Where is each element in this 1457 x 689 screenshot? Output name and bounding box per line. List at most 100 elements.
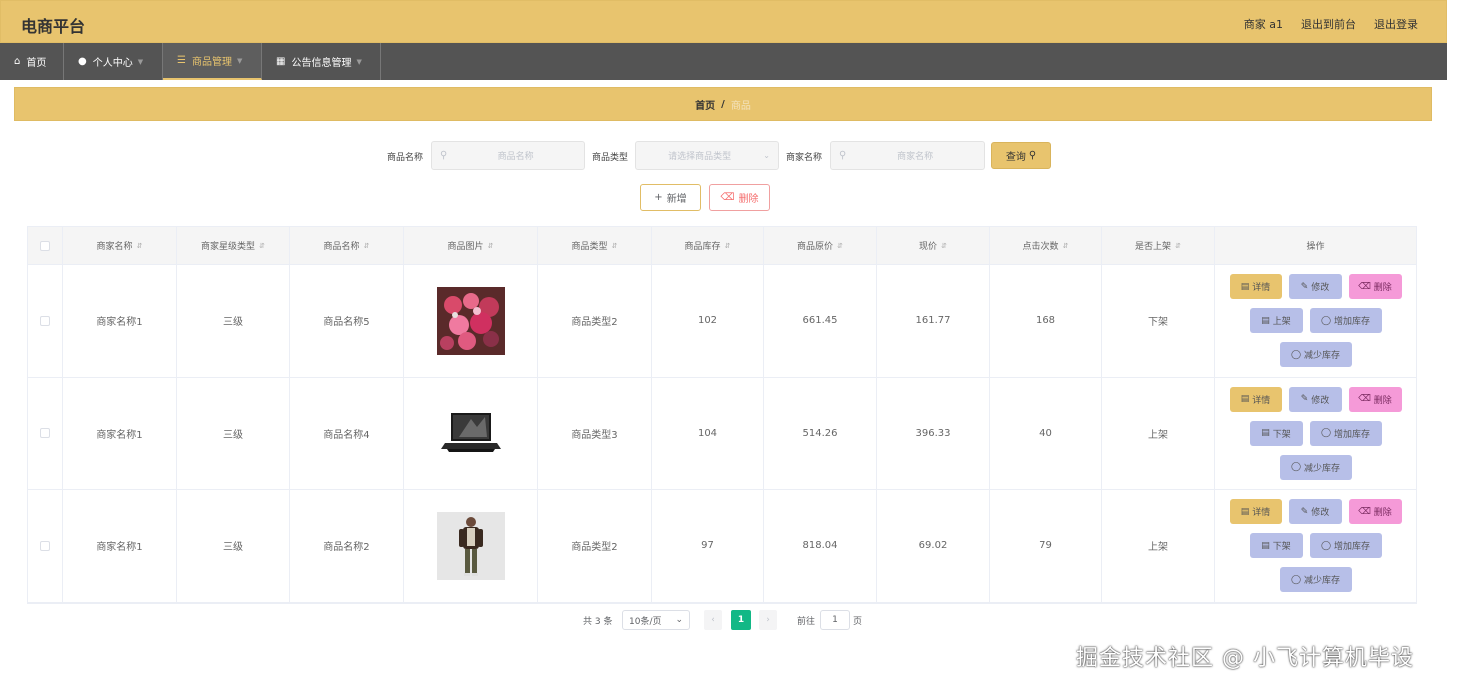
breadcrumb-separator: / bbox=[721, 98, 725, 110]
cell-star: 三级 bbox=[177, 265, 290, 377]
checkbox[interactable] bbox=[40, 540, 50, 551]
header-cell[interactable]: 商家名称 ⇵ bbox=[63, 227, 177, 264]
app-title: 电商平台 bbox=[21, 17, 86, 36]
nav-product-management[interactable]: ☰ 商品管理 ▼ bbox=[163, 43, 262, 80]
logout-link[interactable]: 退出登录 bbox=[1374, 16, 1418, 32]
cell-name: 商品名称2 bbox=[290, 490, 404, 602]
cell-actions: ▤ 详情 ✎ 修改 ⌫ 删除 ▤ 下架 ◯ 增加库存 ◯ 减少库存 bbox=[1215, 490, 1416, 602]
top-right-links: 商家 a1 退出到前台 退出登录 bbox=[1244, 16, 1418, 32]
add-stock-button[interactable]: ◯ 增加库存 bbox=[1309, 533, 1382, 559]
merchant-name-input[interactable]: ⚲ 商家名称 bbox=[830, 141, 985, 170]
nav-notice-management[interactable]: ▦ 公告信息管理 ▼ bbox=[262, 43, 381, 80]
reduce-stock-button[interactable]: ◯ 减少库存 bbox=[1279, 454, 1352, 480]
header-cell[interactable]: 商家星级类型 ⇵ bbox=[177, 227, 290, 264]
delete-button[interactable]: ⌫ 删除 bbox=[1348, 274, 1402, 300]
header-cell[interactable]: 商品库存 ⇵ bbox=[652, 227, 764, 264]
sort-icon: ⇵ bbox=[611, 241, 618, 250]
product-type-label: 商品类型 bbox=[592, 153, 629, 163]
chevron-down-icon: ⌄ bbox=[675, 615, 683, 625]
reduce-stock-button[interactable]: ◯ 减少库存 bbox=[1279, 342, 1352, 368]
checkbox[interactable] bbox=[40, 240, 50, 251]
header-cell[interactable]: 商品图片 ⇵ bbox=[404, 227, 538, 264]
pencil-icon: ✎ bbox=[1300, 506, 1309, 517]
cell-type: 商品类型2 bbox=[538, 265, 652, 377]
table-row: 商家名称1 三级 商品名称4 商品类型3 104 514.26 396.33 4… bbox=[28, 377, 1416, 490]
header-cell[interactable]: 点击次数 ⇵ bbox=[990, 227, 1102, 264]
edit-button[interactable]: ✎ 修改 bbox=[1288, 499, 1342, 525]
cell-on-shelf: 上架 bbox=[1102, 377, 1215, 489]
breadcrumb-current: 商品 bbox=[730, 100, 751, 112]
toggle-shelf-button[interactable]: ▤ 下架 bbox=[1249, 420, 1303, 446]
header-cell: 操作 bbox=[1306, 242, 1325, 252]
sort-icon: ⇵ bbox=[724, 241, 731, 250]
add-stock-button[interactable]: ◯ 增加库存 bbox=[1309, 308, 1382, 334]
breadcrumb-home[interactable]: 首页 bbox=[695, 97, 715, 112]
nav-home[interactable]: ⌂ 首页 bbox=[0, 43, 64, 80]
checkbox[interactable] bbox=[40, 315, 50, 326]
goto-page-input[interactable]: 1 bbox=[820, 610, 850, 630]
sort-icon: ⇵ bbox=[941, 241, 947, 250]
add-stock-button[interactable]: ◯ 增加库存 bbox=[1309, 420, 1382, 446]
detail-button[interactable]: ▤ 详情 bbox=[1229, 499, 1282, 525]
delete-button[interactable]: ⌫ 删除 bbox=[1348, 386, 1402, 412]
bulb-icon: ◯ bbox=[1291, 574, 1302, 585]
document-icon: ▤ bbox=[1240, 394, 1250, 405]
product-image-laptop bbox=[436, 399, 505, 468]
nav-home-label: 首页 bbox=[26, 58, 47, 69]
query-button[interactable]: 查询 ⚲ bbox=[991, 142, 1051, 169]
nav-product-label: 商品管理 bbox=[191, 57, 232, 68]
prev-page-button[interactable]: ‹ bbox=[704, 610, 722, 630]
header-cell[interactable]: 商品类型 ⇵ bbox=[538, 227, 652, 264]
add-button[interactable]: + 新增 bbox=[640, 184, 701, 211]
page-number-active[interactable]: 1 bbox=[731, 610, 751, 630]
menu-icon: ☰ bbox=[177, 55, 186, 66]
bulk-delete-button[interactable]: ⌫ 删除 bbox=[709, 184, 770, 211]
cell-name: 商品名称5 bbox=[290, 265, 404, 377]
detail-button[interactable]: ▤ 详情 bbox=[1229, 386, 1282, 412]
cell-on-shelf: 下架 bbox=[1102, 265, 1215, 377]
nav-personal-label: 个人中心 bbox=[92, 58, 133, 69]
pagination: 共 3 条 10条/页 ⌄ ‹ 1 › 前往 1 页 bbox=[0, 610, 1447, 630]
plus-icon: + bbox=[654, 192, 663, 203]
document-icon: ▤ bbox=[1261, 540, 1270, 551]
edit-button[interactable]: ✎ 修改 bbox=[1288, 386, 1342, 412]
to-front-link[interactable]: 退出到前台 bbox=[1301, 16, 1356, 32]
nav-personal-center[interactable]: ● 个人中心 ▼ bbox=[64, 43, 163, 80]
cell-image bbox=[404, 377, 538, 489]
cell-star: 三级 bbox=[177, 490, 290, 602]
bulb-icon: ◯ bbox=[1291, 462, 1302, 473]
chevron-down-icon: ▼ bbox=[236, 56, 243, 65]
cell-clicks: 168 bbox=[990, 265, 1102, 377]
add-label: 新增 bbox=[666, 194, 687, 205]
bulb-icon: ◯ bbox=[1291, 349, 1302, 360]
cell-image bbox=[404, 490, 538, 602]
detail-button[interactable]: ▤ 详情 bbox=[1229, 274, 1282, 300]
product-name-input[interactable]: ⚲ 商品名称 bbox=[431, 141, 585, 170]
edit-button[interactable]: ✎ 修改 bbox=[1288, 274, 1342, 300]
cell-star: 三级 bbox=[177, 377, 290, 489]
cell-orig-price: 661.45 bbox=[764, 265, 877, 377]
toggle-shelf-button[interactable]: ▤ 下架 bbox=[1249, 533, 1303, 559]
breadcrumb: 首页 / 商品 bbox=[14, 87, 1432, 121]
toggle-shelf-button[interactable]: ▤ 上架 bbox=[1249, 308, 1303, 334]
next-page-button[interactable]: › bbox=[759, 610, 777, 630]
sort-icon: ⇵ bbox=[837, 241, 843, 250]
cell-orig-price: 818.04 bbox=[764, 490, 877, 602]
table-row: 商家名称1 三级 商品名称5 商品类型2 102 661.45 161.77 1… bbox=[28, 265, 1416, 378]
header-select-all[interactable] bbox=[28, 227, 63, 264]
table-row: 商家名称1 三级 商品名称2 商品类型2 97 818.04 69.02 79 … bbox=[28, 490, 1416, 603]
trash-icon: ⌫ bbox=[1358, 281, 1371, 292]
header-cell[interactable]: 商品名称 ⇵ bbox=[290, 227, 404, 264]
home-icon: ⌂ bbox=[14, 56, 21, 67]
product-table: 商家名称 ⇵ 商家星级类型 ⇵ 商品名称 ⇵ 商品图片 ⇵ 商品类型 ⇵ 商品库存 ⇵ 商品… bbox=[27, 226, 1417, 604]
product-type-select[interactable]: 请选择商品类型 ⌄ bbox=[635, 141, 779, 170]
header-cell[interactable]: 现价 ⇵ bbox=[877, 227, 990, 264]
cell-clicks: 79 bbox=[990, 490, 1102, 602]
checkbox[interactable] bbox=[40, 428, 50, 439]
delete-button[interactable]: ⌫ 删除 bbox=[1348, 499, 1402, 525]
reduce-stock-button[interactable]: ◯ 减少库存 bbox=[1279, 567, 1352, 593]
header-cell[interactable]: 是否上架 ⇵ bbox=[1102, 227, 1215, 264]
nav-notice-label: 公告信息管理 bbox=[291, 58, 352, 69]
header-cell[interactable]: 商品原价 ⇵ bbox=[764, 227, 877, 264]
page-size-select[interactable]: 10条/页 ⌄ bbox=[622, 610, 690, 630]
